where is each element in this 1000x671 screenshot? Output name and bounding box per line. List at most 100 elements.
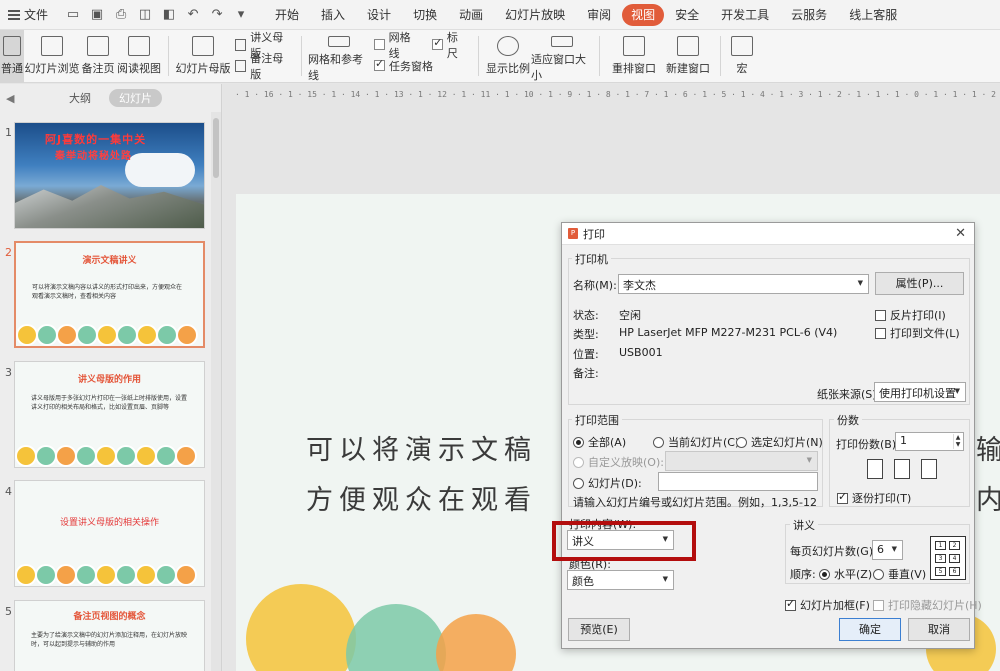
new-window-button[interactable]: 新建窗口 [662, 30, 714, 83]
gridlines-checkbox[interactable] [374, 39, 385, 50]
range-current-radio[interactable]: 当前幻灯片(C) [653, 434, 739, 450]
ribbon-separator [168, 36, 169, 76]
custom-show-select[interactable] [665, 451, 818, 471]
print-to-file-checkbox[interactable]: 打印到文件(L) [875, 325, 960, 341]
open-folder-icon[interactable]: ▭ [64, 7, 82, 22]
collapse-panel-icon[interactable]: ◀ [6, 92, 14, 105]
tab-slides[interactable]: 幻灯片 [109, 89, 162, 107]
range-all-radio[interactable]: 全部(A) [573, 434, 626, 450]
undo-icon[interactable]: ↶ [184, 7, 202, 22]
redo-icon[interactable]: ↷ [208, 7, 226, 22]
tab-animations[interactable]: 动画 [448, 4, 494, 26]
slide-thumbnail-4[interactable]: 设置讲义母版的相关操作 [14, 480, 205, 587]
comment-label: 备注: [573, 367, 599, 380]
ribbon-separator [599, 36, 600, 76]
tab-cloud[interactable]: 云服务 [780, 4, 838, 26]
fruit-decoration [15, 558, 204, 586]
slide-number: 2 [5, 246, 12, 259]
tab-outline[interactable]: 大纲 [59, 89, 101, 107]
preview-button[interactable]: 预览(E) [568, 618, 630, 641]
notes-page-icon [87, 36, 109, 56]
handout-master-icon [235, 38, 247, 51]
order-vertical-radio[interactable]: 垂直(V) [873, 566, 926, 582]
arrange-window-icon [623, 36, 645, 56]
collate-checkbox[interactable]: 逐份打印(T) [837, 490, 911, 506]
cloud-image [125, 153, 195, 187]
range-custom-radio[interactable]: 自定义放映(O): [573, 454, 664, 470]
tab-slideshow[interactable]: 幻灯片放映 [494, 4, 576, 26]
slide4-title: 设置讲义母版的相关操作 [59, 518, 159, 528]
menu-bar: 文件 ▭ ▣ ⎙ ◫ ◧ ↶ ↷ ▾ 开始 插入 设计 切换 动画 幻灯片放映 … [0, 0, 1000, 30]
printer-name-select[interactable]: 李文杰 [618, 274, 869, 294]
print-icon[interactable]: ⎙ [112, 7, 130, 22]
ribbon-separator [478, 36, 479, 76]
print-dialog: P 打印 ✕ 打印机 名称(M): 李文杰 属性(P)... 状态: 空闲 类型… [561, 222, 982, 649]
tab-online-support[interactable]: 线上客服 [838, 4, 908, 26]
slide1-title-line2: 秦举动将秘处路 [55, 151, 132, 162]
copies-spinner[interactable]: 1 ▲ ▼ [895, 432, 964, 451]
export-icon[interactable]: ◧ [160, 7, 178, 22]
ok-button[interactable]: 确定 [839, 618, 901, 641]
macro-button[interactable]: 宏 [727, 30, 757, 83]
tab-security[interactable]: 安全 [664, 4, 710, 26]
reverse-print-checkbox[interactable]: 反片打印(I) [875, 307, 946, 323]
location-value: USB001 [619, 346, 663, 359]
order-horizontal-label: 水平(Z) [834, 568, 873, 581]
checkbox-box [875, 327, 886, 339]
color-select[interactable]: 颜色 [567, 570, 674, 590]
tab-view[interactable]: 视图 [622, 3, 665, 26]
dialog-titlebar: P 打印 ✕ [562, 223, 974, 245]
properties-button[interactable]: 属性(P)... [875, 272, 964, 295]
task-pane-checkbox[interactable] [374, 57, 385, 71]
range-slides-label: 幻灯片(D): [588, 477, 642, 490]
tab-insert[interactable]: 插入 [310, 4, 356, 26]
ribbon-view: 普通 幻灯片浏览 备注页 阅读视图 幻灯片母版 讲义母版 备注母版 网格和参考线… [0, 30, 1000, 83]
scrollbar-thumb[interactable] [213, 118, 219, 178]
tab-home[interactable]: 开始 [264, 4, 310, 26]
range-selection-radio[interactable]: 选定幻灯片(N) [736, 434, 823, 450]
notes-master-button[interactable]: 备注母版 [235, 52, 291, 81]
zoom-button[interactable]: 显示比例 [485, 30, 531, 83]
ruler-checkbox[interactable] [432, 36, 443, 50]
slide1-title-line1: 阿J喜数的一集中关 [45, 133, 147, 146]
file-menu-button[interactable]: 文件 [0, 0, 56, 30]
frame-slides-checkbox[interactable]: 幻灯片加框(F) [785, 597, 870, 613]
tab-design[interactable]: 设计 [356, 4, 402, 26]
tab-developer[interactable]: 开发工具 [710, 4, 780, 26]
slide-range-input[interactable] [658, 472, 818, 491]
slide-thumbnail-2[interactable]: 演示文稿讲义 可以将演示文稿内容以讲义的形式打印出来，方便观众在观看演示文稿时，… [14, 241, 205, 348]
normal-view-button[interactable]: 普通 [0, 30, 24, 83]
slide-master-label: 幻灯片母版 [175, 62, 231, 75]
fit-window-button[interactable]: 适应窗口大小 [531, 30, 593, 83]
customize-dropdown-icon[interactable]: ▾ [232, 7, 250, 22]
cancel-button[interactable]: 取消 [908, 618, 970, 641]
slide-thumbnail-5[interactable]: 备注页视图的概念 主要为了给演示文稿中的幻灯片添加注释用，在幻灯片放映时，可以起… [14, 600, 205, 671]
macro-label: 宏 [736, 62, 748, 75]
dialog-title: 打印 [583, 227, 605, 241]
notes-master-label: 备注母版 [250, 51, 284, 81]
radio-dot [573, 456, 584, 468]
print-preview-icon[interactable]: ◫ [136, 7, 154, 22]
range-slides-radio[interactable]: 幻灯片(D): [573, 475, 642, 491]
slide-master-button[interactable]: 幻灯片母版 [175, 30, 231, 83]
grid-guides-button[interactable]: 网格和参考线 [308, 30, 370, 83]
slide-sorter-button[interactable]: 幻灯片浏览 [24, 30, 80, 83]
reading-view-button[interactable]: 阅读视图 [116, 30, 162, 83]
paper-source-select[interactable]: 使用打印机设置 [874, 382, 966, 402]
arrange-all-button[interactable]: 重排窗口 [606, 30, 662, 83]
notes-page-button[interactable]: 备注页 [80, 30, 116, 83]
order-horizontal-radio[interactable]: 水平(Z) [819, 566, 872, 582]
print-hidden-checkbox[interactable]: 打印隐藏幻灯片(H) [873, 597, 982, 613]
slides-per-page-select[interactable]: 6 [872, 540, 903, 560]
quick-access-toolbar: ▭ ▣ ⎙ ◫ ◧ ↶ ↷ ▾ [56, 7, 258, 22]
radio-dot [573, 436, 584, 448]
tab-review[interactable]: 审阅 [576, 4, 622, 26]
mountain-image [15, 185, 204, 228]
close-icon[interactable]: ✕ [955, 226, 966, 241]
spinner-arrows-icon[interactable]: ▲ ▼ [953, 434, 962, 449]
tab-transitions[interactable]: 切换 [402, 4, 448, 26]
slide-thumbnail-1[interactable]: 阿J喜数的一集中关 秦举动将秘处路 [14, 122, 205, 229]
save-icon[interactable]: ▣ [88, 7, 106, 22]
slide-thumbnail-3[interactable]: 讲义母版的作用 讲义母版用于多张幻灯片打印在一张纸上时排版使用，设置讲义打印的相… [14, 361, 205, 468]
panel-scrollbar[interactable] [211, 112, 221, 671]
